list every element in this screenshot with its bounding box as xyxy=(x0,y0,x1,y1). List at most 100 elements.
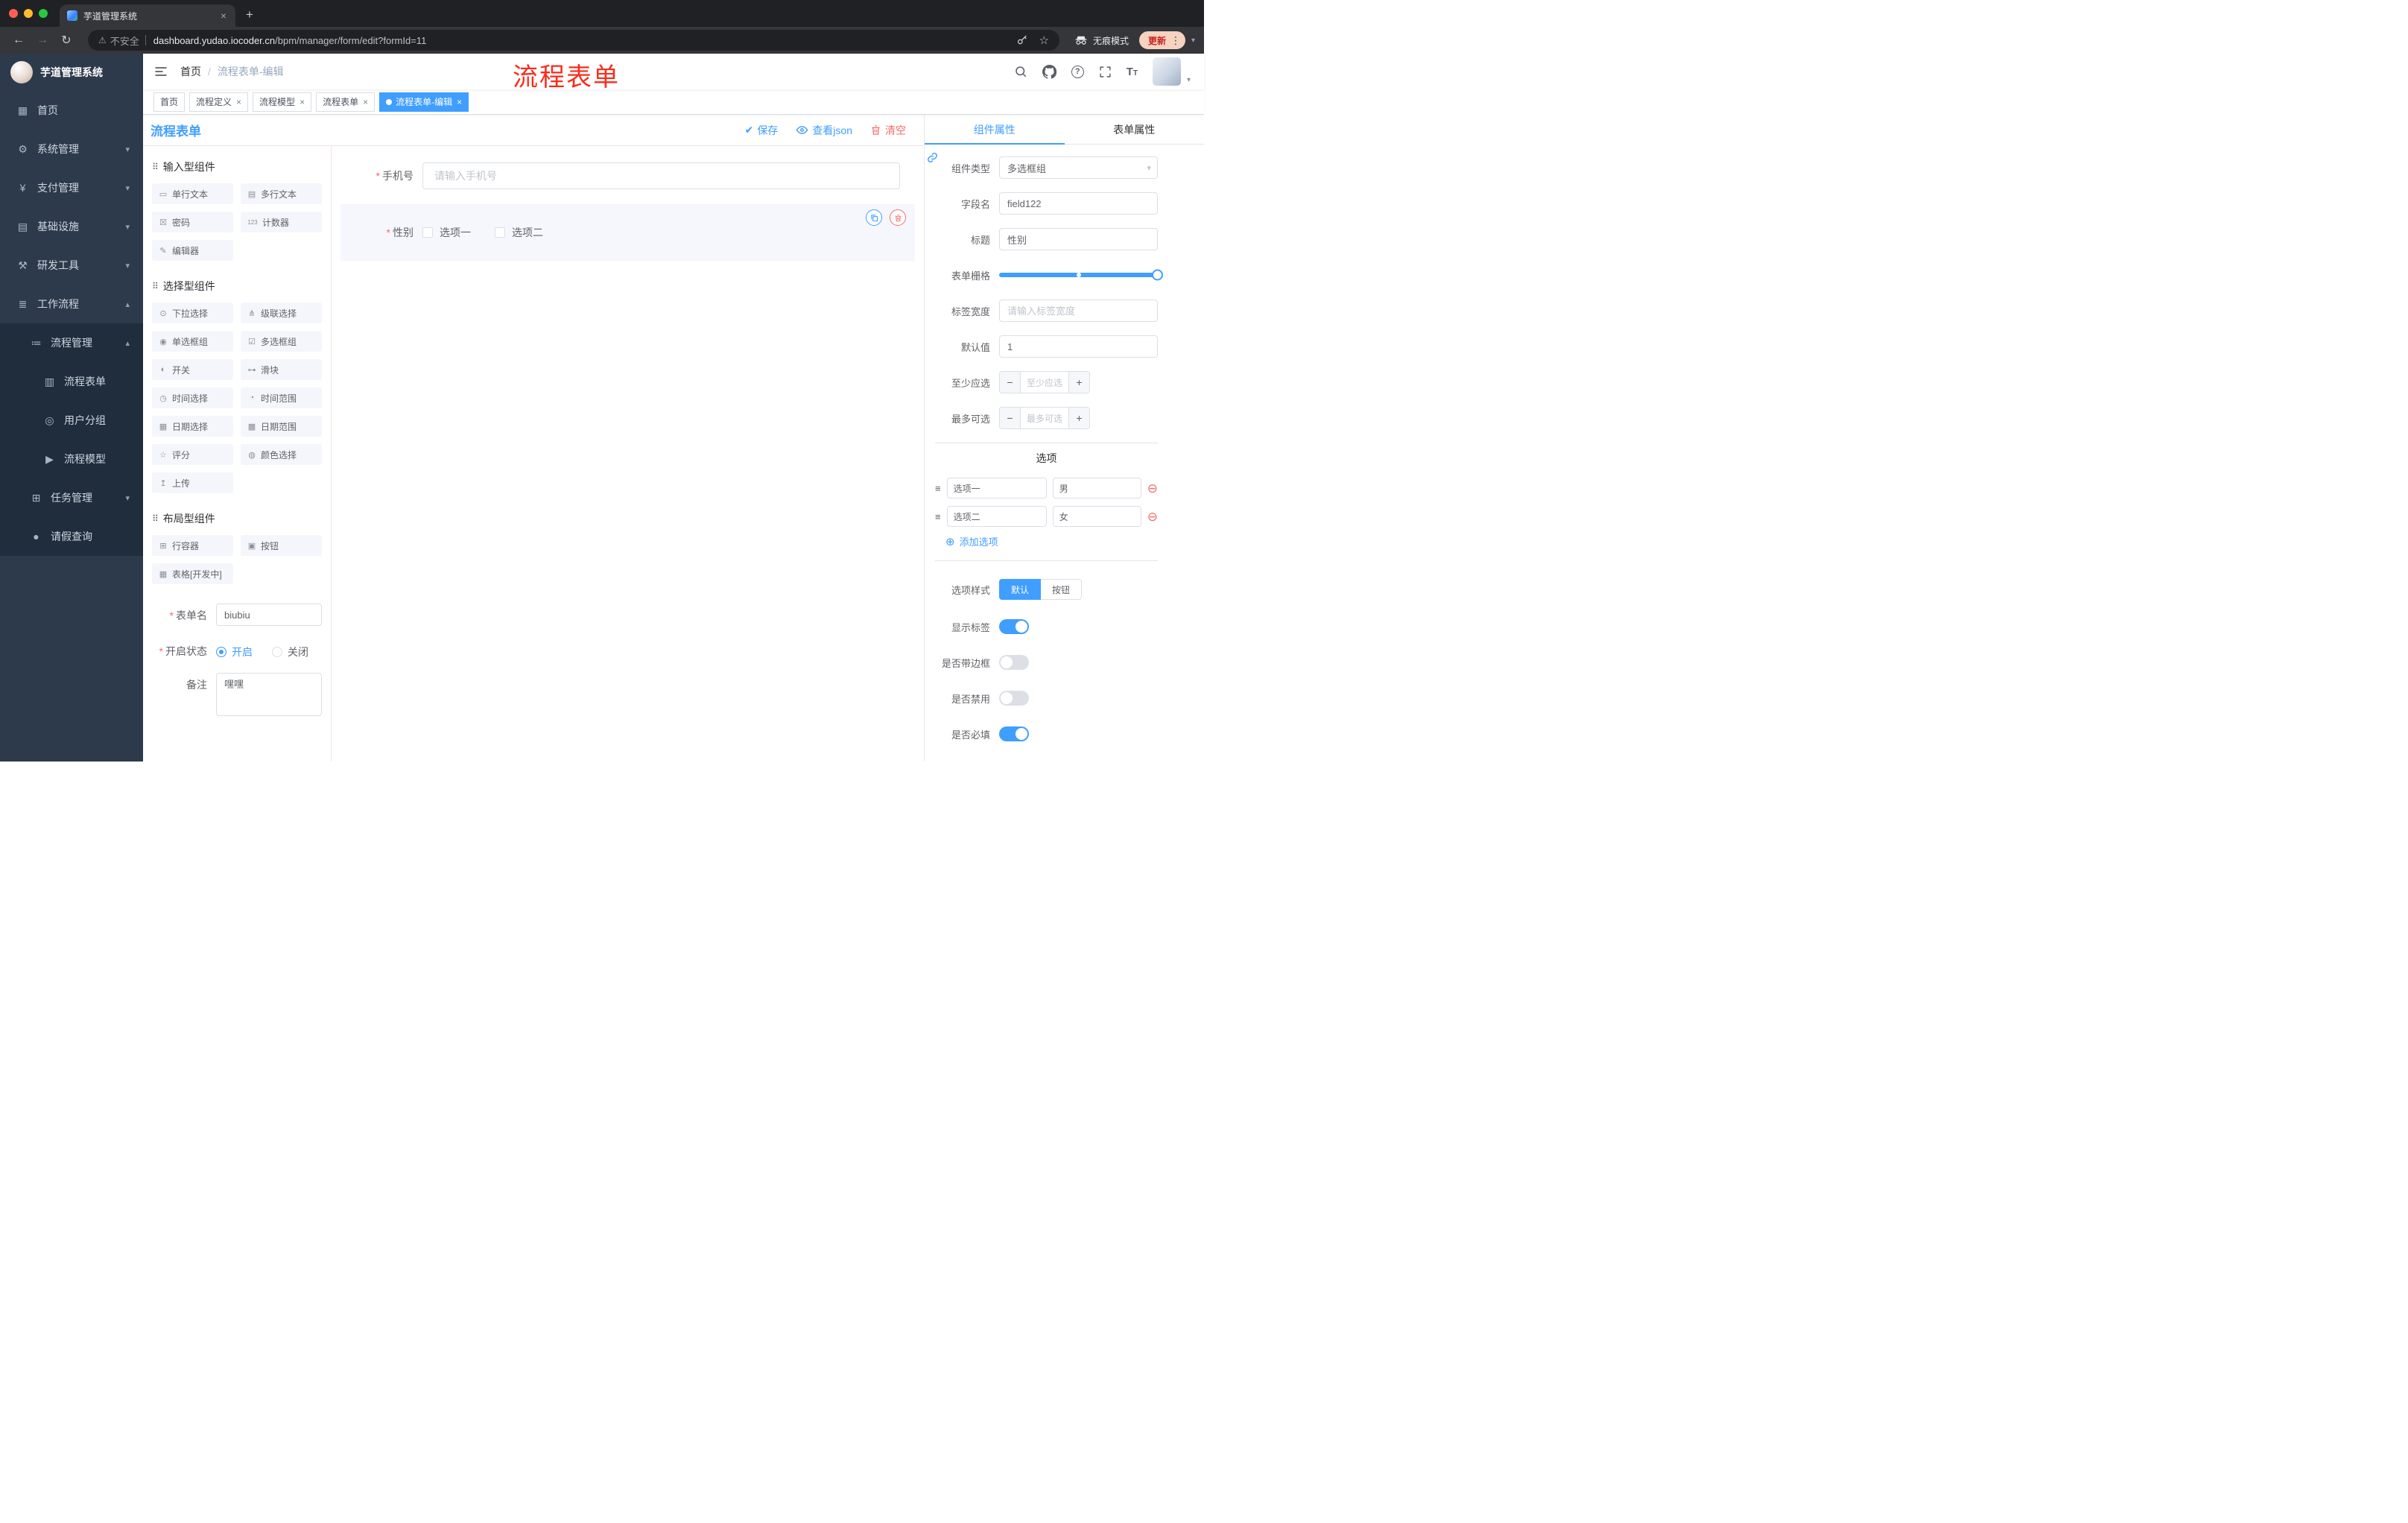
window-minimize-button[interactable] xyxy=(24,9,33,18)
avatar[interactable] xyxy=(1152,57,1181,86)
component-switch[interactable]: ◐ 开关 xyxy=(152,359,233,380)
component-cascader[interactable]: ⋔ 级联选择 xyxy=(241,303,322,323)
component-radio-group[interactable]: ◉ 单选框组 xyxy=(152,331,233,352)
component-table[interactable]: ▦ 表格[开发中] xyxy=(152,563,233,584)
tag-process-form[interactable]: 流程表单 × xyxy=(316,92,376,112)
style-default-button[interactable]: 默认 xyxy=(999,579,1042,600)
title-input[interactable] xyxy=(999,228,1158,250)
fullscreen-icon[interactable] xyxy=(1099,66,1112,78)
min-select-placeholder[interactable]: 至少应选 xyxy=(1021,372,1068,393)
decrease-icon[interactable]: − xyxy=(1000,408,1021,428)
style-button-button[interactable]: 按钮 xyxy=(1041,579,1083,600)
component-select[interactable]: ⊙ 下拉选择 xyxy=(152,303,233,323)
required-toggle[interactable] xyxy=(999,726,1029,741)
chrome-update-button[interactable]: 更新 ⋮ xyxy=(1138,31,1185,49)
field-name-input[interactable] xyxy=(999,192,1158,215)
component-password[interactable]: ☒ 密码 xyxy=(152,212,233,232)
search-icon[interactable] xyxy=(1014,65,1027,78)
component-editor[interactable]: ✎ 编辑器 xyxy=(152,240,233,261)
form-remark-textarea[interactable]: 嘿嘿 xyxy=(216,673,322,716)
tag-close-icon[interactable]: × xyxy=(236,97,241,107)
drag-handle-icon[interactable]: ≡ xyxy=(935,511,941,522)
tab-component-props[interactable]: 组件属性 xyxy=(925,115,1065,145)
sidebar-item-user-group[interactable]: ◎ 用户分组 xyxy=(0,401,143,440)
disabled-toggle[interactable] xyxy=(999,691,1029,706)
slider-handle[interactable] xyxy=(1152,269,1163,281)
sidebar-item-system[interactable]: ⚙ 系统管理 ▾ xyxy=(0,130,143,168)
component-slider[interactable]: ⊶ 滑块 xyxy=(241,359,322,380)
sidebar-item-task-management[interactable]: ⊞ 任务管理 ▾ xyxy=(0,478,143,517)
tab-form-props[interactable]: 表单属性 xyxy=(1065,115,1205,144)
window-zoom-button[interactable] xyxy=(39,9,48,18)
option-label-input[interactable] xyxy=(946,478,1047,498)
component-date-range[interactable]: ▩ 日期范围 xyxy=(241,416,322,437)
save-button[interactable]: ✔ 保存 xyxy=(745,123,779,138)
tag-process-model[interactable]: 流程模型 × xyxy=(253,92,312,112)
component-button[interactable]: ▣ 按钮 xyxy=(241,535,322,556)
widget-gender-selected[interactable]: 性别 选项一 选项二 xyxy=(340,204,915,261)
reload-button[interactable]: ↻ xyxy=(57,31,76,50)
add-option-button[interactable]: ⊕ 添加选项 xyxy=(945,534,1158,548)
form-canvas[interactable]: 手机号 性别 选项一 xyxy=(332,146,924,762)
increase-icon[interactable]: + xyxy=(1068,372,1089,393)
component-color-picker[interactable]: ◍ 颜色选择 xyxy=(241,444,322,465)
increase-icon[interactable]: + xyxy=(1068,408,1089,428)
component-time-picker[interactable]: ◷ 时间选择 xyxy=(152,387,233,408)
form-name-input[interactable] xyxy=(216,604,322,626)
component-date-picker[interactable]: ▦ 日期选择 xyxy=(152,416,233,437)
font-size-icon[interactable]: TT xyxy=(1127,66,1138,77)
slider-track[interactable] xyxy=(999,269,1163,281)
component-upload[interactable]: ↥ 上传 xyxy=(152,472,233,493)
option-value-input[interactable] xyxy=(1052,506,1141,527)
remove-option-icon[interactable]: ⊖ xyxy=(1147,510,1158,523)
sidebar-item-devtools[interactable]: ⚒ 研发工具 ▾ xyxy=(0,246,143,285)
copy-widget-button[interactable] xyxy=(866,209,882,226)
phone-input[interactable] xyxy=(422,162,900,189)
clear-button[interactable]: 清空 xyxy=(870,123,906,138)
delete-widget-button[interactable] xyxy=(890,209,906,226)
option-two-checkbox[interactable]: 选项二 xyxy=(495,225,543,240)
status-off-radio[interactable]: 关闭 xyxy=(272,645,308,659)
address-bar[interactable]: ⚠ 不安全 dashboard.yudao.iocoder.cn /bpm/ma… xyxy=(88,30,1059,51)
component-single-line-text[interactable]: ▭ 单行文本 xyxy=(152,183,233,204)
max-select-placeholder[interactable]: 最多可选 xyxy=(1021,408,1068,428)
new-tab-button[interactable]: + xyxy=(246,7,253,22)
forward-button[interactable]: → xyxy=(33,31,52,50)
component-row-container[interactable]: ⊞ 行容器 xyxy=(152,535,233,556)
option-one-checkbox[interactable]: 选项一 xyxy=(422,225,471,240)
back-button[interactable]: ← xyxy=(9,31,28,50)
sidebar-item-workflow[interactable]: ≣ 工作流程 ▴ xyxy=(0,285,143,323)
component-rate[interactable]: ☆ 评分 xyxy=(152,444,233,465)
tag-close-icon[interactable]: × xyxy=(300,97,305,107)
tag-home[interactable]: 首页 xyxy=(153,92,186,112)
option-value-input[interactable] xyxy=(1052,478,1141,498)
sidebar-item-leave-query[interactable]: ● 请假查询 xyxy=(0,517,143,556)
default-value-input[interactable] xyxy=(999,335,1158,358)
sidebar-item-payment[interactable]: ¥ 支付管理 ▾ xyxy=(0,168,143,207)
component-type-select[interactable]: 多选框组 ▾ xyxy=(999,156,1158,179)
profile-caret-icon[interactable]: ▾ xyxy=(1191,37,1195,45)
component-time-range[interactable]: ◔ 时间范围 xyxy=(241,387,322,408)
help-icon[interactable]: ? xyxy=(1071,65,1084,78)
component-counter[interactable]: 123 计数器 xyxy=(241,212,322,232)
view-json-button[interactable]: 查看json xyxy=(796,123,852,138)
tag-close-icon[interactable]: × xyxy=(363,97,368,107)
breadcrumb-home[interactable]: 首页 xyxy=(180,64,201,79)
sidebar-item-process-form[interactable]: ▥ 流程表单 xyxy=(0,362,143,401)
browser-tab[interactable]: 芋道管理系统 × xyxy=(60,4,235,27)
password-key-icon[interactable] xyxy=(1016,34,1028,46)
status-on-radio[interactable]: 开启 xyxy=(216,645,253,659)
remove-option-icon[interactable]: ⊖ xyxy=(1147,482,1158,495)
decrease-icon[interactable]: − xyxy=(1000,372,1021,393)
option-label-input[interactable] xyxy=(946,506,1047,527)
browser-menu-icon[interactable]: ⋮ xyxy=(1170,34,1181,47)
sidebar-item-infrastructure[interactable]: ▤ 基础设施 ▾ xyxy=(0,207,143,246)
show-label-toggle[interactable] xyxy=(999,619,1029,634)
window-close-button[interactable] xyxy=(9,9,18,18)
tag-process-form-edit[interactable]: 流程表单-编辑 × xyxy=(379,92,469,112)
sidebar-item-process-management[interactable]: ≔ 流程管理 ▴ xyxy=(0,323,143,362)
form-grid-slider[interactable] xyxy=(999,264,1163,286)
tab-close-icon[interactable]: × xyxy=(219,10,228,22)
border-toggle[interactable] xyxy=(999,655,1029,670)
tag-close-icon[interactable]: × xyxy=(457,97,462,107)
